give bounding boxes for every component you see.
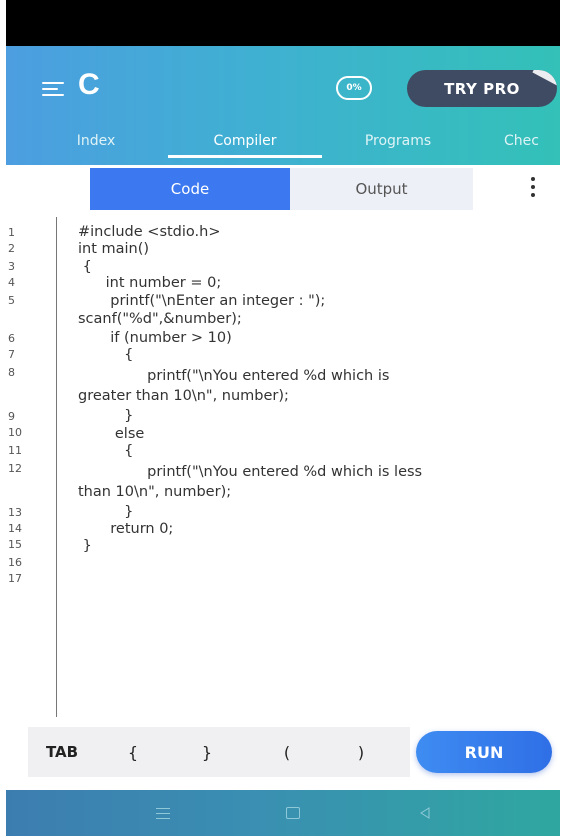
hamburger-menu-icon[interactable]	[42, 79, 66, 99]
progress-badge: 0%	[336, 76, 372, 100]
code-line: int main()	[78, 241, 150, 257]
code-line: greater than 10\n", number);	[78, 388, 289, 404]
open-brace-key-button[interactable]: {	[118, 727, 148, 777]
tab-check[interactable]: Chec	[504, 121, 560, 161]
code-line: than 10\n", number);	[78, 484, 232, 500]
code-line: int number = 0;	[78, 275, 222, 291]
code-line: }	[78, 538, 92, 554]
app-frame: C 0% TRY PRO Index Compiler Programs Che…	[6, 0, 560, 836]
open-paren-key-button[interactable]: (	[272, 727, 302, 777]
code-line: return 0;	[78, 521, 174, 537]
android-nav-bar	[6, 790, 560, 836]
code-line: {	[78, 347, 134, 363]
code-line: printf("\nEnter an integer : ");	[78, 293, 326, 309]
app-logo: C	[78, 68, 100, 101]
code-text: #include <stdio.h> int main() { int numb…	[6, 217, 560, 717]
code-line: if (number > 10)	[78, 330, 232, 346]
home-icon[interactable]	[282, 802, 304, 824]
code-line: }	[78, 408, 134, 424]
recents-icon[interactable]	[152, 802, 174, 824]
symbol-keybar: TAB { } ( ) RUN	[6, 717, 560, 790]
code-line: #include <stdio.h>	[78, 224, 221, 240]
code-line: }	[78, 504, 134, 520]
code-line: else	[78, 426, 145, 442]
code-line: printf("\nYou entered %d which is less	[78, 464, 423, 480]
output-tab-button[interactable]: Output	[290, 168, 473, 210]
code-line: {	[78, 443, 134, 459]
tab-programs[interactable]: Programs	[338, 121, 458, 161]
code-line: scanf("%d",&number);	[78, 311, 242, 327]
code-output-toggle: Code Output	[6, 165, 560, 217]
close-brace-key-button[interactable]: }	[192, 727, 222, 777]
try-pro-button[interactable]: TRY PRO	[407, 70, 557, 107]
code-tab-button[interactable]: Code	[90, 168, 290, 210]
close-paren-key-button[interactable]: )	[346, 727, 376, 777]
tab-bar: Index Compiler Programs Chec	[6, 121, 560, 165]
tab-key-button[interactable]: TAB	[36, 727, 88, 777]
code-editor[interactable]: 1 2 3 4 5 6 7 8 9 10 11 12 13 14 15 16 1…	[6, 217, 560, 717]
back-icon[interactable]	[414, 802, 436, 824]
tab-index[interactable]: Index	[46, 121, 146, 161]
more-options-icon[interactable]	[530, 177, 536, 199]
try-pro-label: TRY PRO	[444, 79, 520, 98]
app-header: C 0% TRY PRO Index Compiler Programs Che…	[6, 46, 560, 165]
code-line: printf("\nYou entered %d which is	[78, 368, 390, 384]
active-tab-indicator	[168, 155, 322, 158]
run-button[interactable]: RUN	[416, 731, 552, 773]
status-bar	[6, 0, 560, 46]
